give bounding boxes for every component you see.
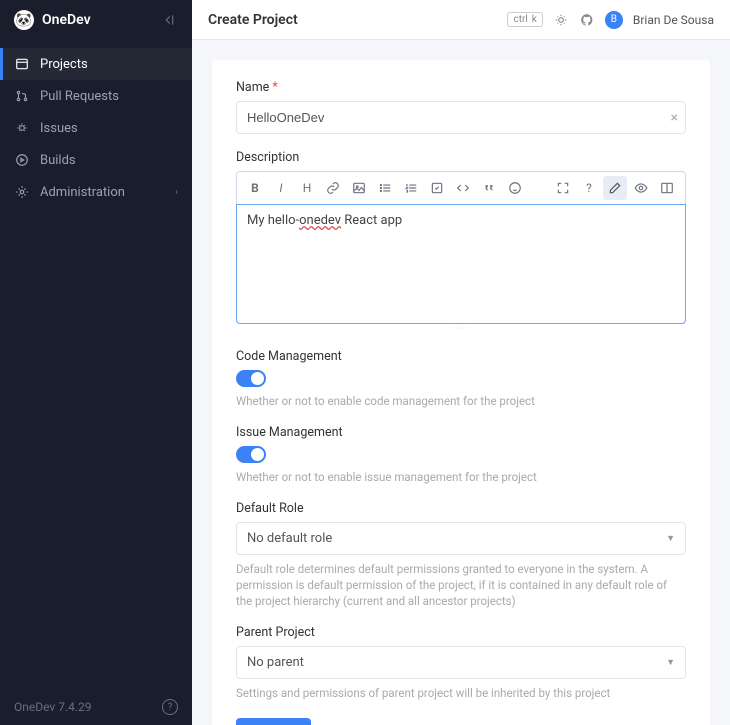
sun-icon[interactable] [553, 12, 569, 28]
page-title: Create Project [208, 12, 298, 28]
help-toolbar-icon[interactable]: ? [577, 176, 601, 200]
content: Name * × Description B I H [192, 40, 730, 725]
sidebar-item-label: Projects [40, 57, 88, 72]
issue-mgmt-help: Whether or not to enable issue managemen… [236, 469, 686, 485]
fullscreen-icon[interactable] [551, 176, 575, 200]
code-icon[interactable] [451, 176, 475, 200]
sidebar-item-pull-requests[interactable]: Pull Requests [0, 80, 192, 112]
image-icon[interactable] [347, 176, 371, 200]
description-label: Description [236, 150, 686, 165]
bold-icon[interactable]: B [243, 176, 267, 200]
sidebar-item-projects[interactable]: Projects [0, 48, 192, 80]
ol-icon[interactable] [399, 176, 423, 200]
resize-handle[interactable]: ···· [236, 324, 686, 333]
field-description: Description B I H [236, 150, 686, 333]
sidebar-item-label: Pull Requests [40, 89, 119, 104]
name-input[interactable] [236, 101, 686, 134]
caret-down-icon: ▼ [666, 533, 675, 544]
name-label: Name * [236, 80, 686, 95]
create-button[interactable]: Create [236, 718, 311, 725]
topbar: Create Project ctrlk B Brian De Sousa [192, 0, 730, 40]
sidebar-nav: Projects Pull Requests Issues Builds Adm… [0, 40, 192, 689]
heading-icon[interactable]: H [295, 176, 319, 200]
link-icon[interactable] [321, 176, 345, 200]
clear-icon[interactable]: × [671, 110, 678, 126]
parent-select[interactable]: No parent ▼ [236, 646, 686, 679]
keyboard-shortcut[interactable]: ctrlk [507, 12, 542, 27]
sidebar-item-label: Builds [40, 153, 76, 168]
default-role-select[interactable]: No default role ▼ [236, 522, 686, 555]
default-role-label: Default Role [236, 501, 686, 516]
projects-icon [14, 56, 30, 72]
sidebar-item-issues[interactable]: Issues [0, 112, 192, 144]
ul-icon[interactable] [373, 176, 397, 200]
editor-toolbar: B I H ? [237, 172, 685, 205]
sidebar-header: 🐼 OneDev [0, 0, 192, 40]
sidebar: 🐼 OneDev Projects Pull Requests Issues [0, 0, 192, 725]
sidebar-item-administration[interactable]: Administration › [0, 176, 192, 208]
sidebar-collapse-button[interactable] [158, 10, 178, 30]
logo-icon: 🐼 [14, 10, 34, 30]
logo[interactable]: 🐼 OneDev [14, 10, 91, 30]
topbar-right: ctrlk B Brian De Sousa [507, 11, 714, 29]
rich-text-editor: B I H ? [236, 171, 686, 324]
field-default-role: Default Role No default role ▼ Default r… [236, 501, 686, 609]
help-icon[interactable]: ? [162, 699, 178, 715]
caret-down-icon: ▼ [666, 657, 675, 668]
code-mgmt-help: Whether or not to enable code management… [236, 393, 686, 409]
form-card: Name * × Description B I H [212, 60, 710, 725]
sidebar-footer: OneDev 7.4.29 ? [0, 689, 192, 725]
parent-label: Parent Project [236, 625, 686, 640]
quote-icon[interactable] [477, 176, 501, 200]
parent-help: Settings and permissions of parent proje… [236, 685, 686, 701]
github-icon[interactable] [579, 12, 595, 28]
issue-mgmt-label: Issue Management [236, 425, 686, 440]
gear-icon [14, 184, 30, 200]
field-issue-management: Issue Management Whether or not to enabl… [236, 425, 686, 485]
sidebar-item-label: Administration [40, 185, 125, 200]
italic-icon[interactable]: I [269, 176, 293, 200]
field-parent-project: Parent Project No parent ▼ Settings and … [236, 625, 686, 701]
sidebar-item-builds[interactable]: Builds [0, 144, 192, 176]
code-mgmt-toggle[interactable] [236, 370, 266, 387]
main: Create Project ctrlk B Brian De Sousa Na… [192, 0, 730, 725]
brand-name: OneDev [42, 12, 91, 28]
preview-icon[interactable] [629, 176, 653, 200]
task-icon[interactable] [425, 176, 449, 200]
pull-request-icon [14, 88, 30, 104]
play-circle-icon [14, 152, 30, 168]
username[interactable]: Brian De Sousa [633, 13, 714, 27]
field-code-management: Code Management Whether or not to enable… [236, 349, 686, 409]
emoji-icon[interactable] [503, 176, 527, 200]
avatar[interactable]: B [605, 11, 623, 29]
bug-icon [14, 120, 30, 136]
default-role-help: Default role determines default permissi… [236, 561, 686, 609]
field-name: Name * × [236, 80, 686, 134]
split-icon[interactable] [655, 176, 679, 200]
description-input[interactable]: My hello-onedev React app [236, 204, 686, 324]
code-mgmt-label: Code Management [236, 349, 686, 364]
version-label: OneDev 7.4.29 [14, 700, 92, 714]
chevron-right-icon: › [175, 187, 178, 198]
issue-mgmt-toggle[interactable] [236, 446, 266, 463]
edit-mode-icon[interactable] [603, 176, 627, 200]
required-marker: * [272, 80, 277, 95]
sidebar-item-label: Issues [40, 121, 78, 136]
